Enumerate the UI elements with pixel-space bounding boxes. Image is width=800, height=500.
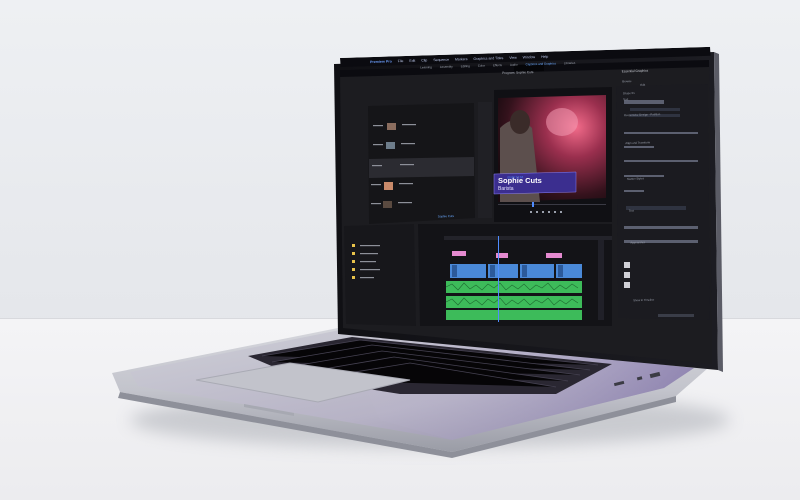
premiere-screen-ui: Premiere Pro File Edit Clip Sequence Mar…	[340, 46, 724, 327]
tab-captions-graphics[interactable]: Captions and Graphics	[525, 61, 556, 66]
essential-graphics-title: Essential Graphics	[621, 68, 649, 74]
tab-audio[interactable]: Audio	[510, 63, 518, 67]
program-timecode: 00:00:12:04	[507, 175, 524, 180]
eg-appearance: Appearance	[630, 240, 646, 245]
eg-show-in-timeline[interactable]: Show in Timeline	[633, 298, 654, 303]
menu-help[interactable]: Help	[541, 54, 548, 58]
eg-edit-tab[interactable]: Edit	[640, 83, 645, 87]
eg-layer-shape[interactable]: Shape 01	[623, 91, 635, 95]
menu-file[interactable]: File	[398, 59, 404, 63]
program-monitor-labels: Program: Sophie Cuts 00:00:12:04	[500, 70, 607, 194]
menu-edit[interactable]: Edit	[409, 58, 415, 62]
eg-layer-text[interactable]: Text	[623, 97, 628, 101]
menu-sequence[interactable]: Sequence	[433, 57, 449, 61]
tab-assembly[interactable]: Assembly	[440, 65, 453, 69]
menu-graphics[interactable]: Graphics and Titles	[473, 56, 503, 61]
eg-browse-tab[interactable]: Browse	[622, 79, 631, 83]
app-name[interactable]: Premiere Pro	[370, 59, 392, 64]
tab-effects[interactable]: Effects	[493, 63, 502, 67]
essential-graphics-labels: Essential Graphics Browse Edit Shape 01 …	[622, 67, 722, 308]
tab-color[interactable]: Color	[478, 64, 485, 68]
eg-responsive-design: Responsive Design - Position	[623, 112, 661, 118]
menu-markers[interactable]: Markers	[455, 57, 468, 61]
eg-text-section: Text	[628, 208, 634, 213]
menu-window[interactable]: Window	[523, 55, 536, 59]
menu-view[interactable]: View	[509, 55, 517, 59]
tab-learning[interactable]: Learning	[420, 65, 432, 69]
tab-editing[interactable]: Editing	[461, 64, 470, 68]
timeline-sequence-name: Sophie Cuts	[437, 214, 455, 219]
eg-master-styles: Master Styles	[626, 176, 645, 181]
tab-libraries[interactable]: Libraries	[564, 61, 576, 65]
menu-clip[interactable]: Clip	[421, 58, 427, 62]
program-monitor-title: Program: Sophie Cuts	[502, 70, 534, 76]
eg-align-transform: Align and Transform	[625, 140, 651, 146]
